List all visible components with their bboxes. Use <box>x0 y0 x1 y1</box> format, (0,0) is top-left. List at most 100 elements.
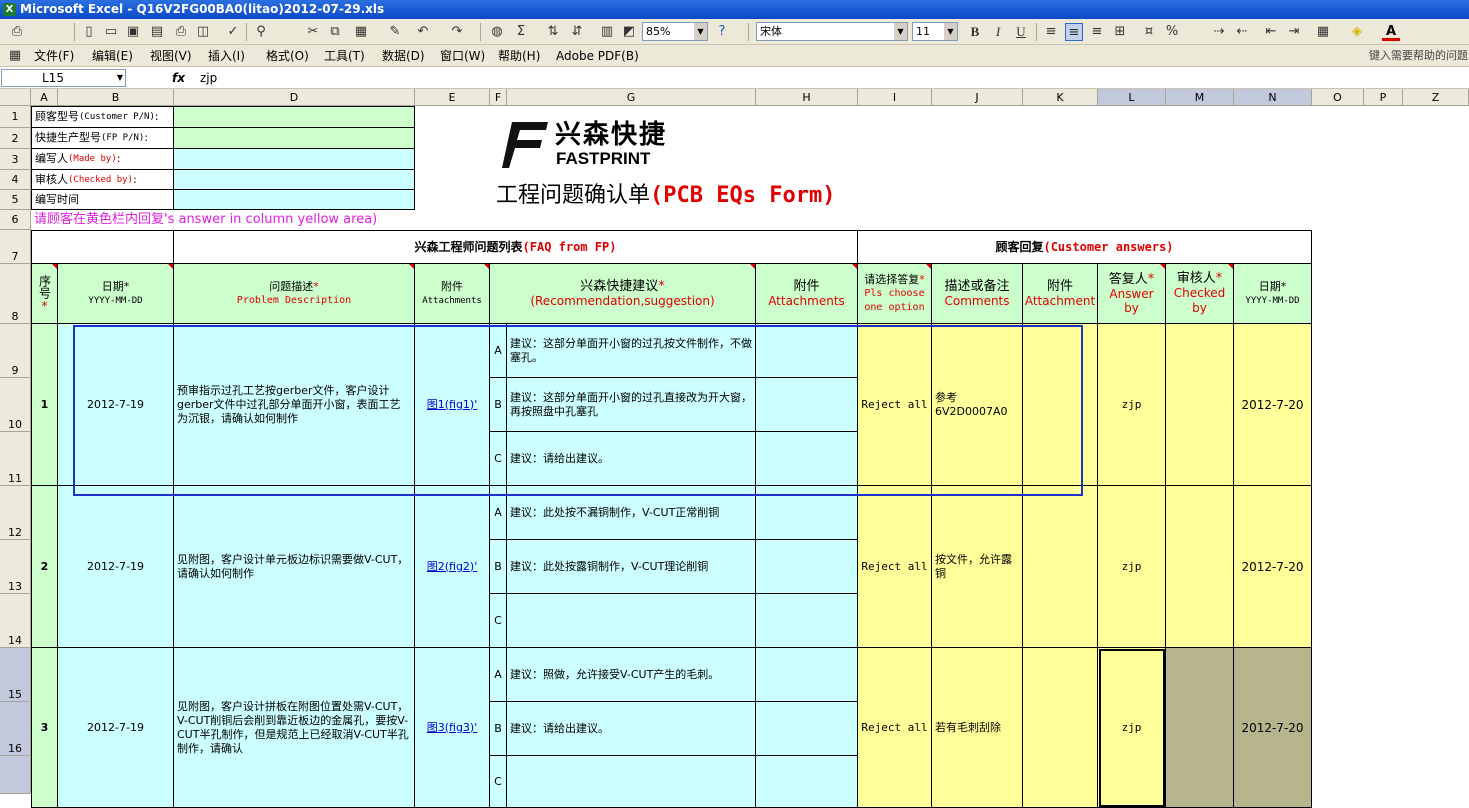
entry-seq[interactable]: 1 <box>31 324 58 486</box>
entry-date-2[interactable]: 2012-7-20 <box>1234 324 1312 486</box>
entry-date[interactable]: 2012-7-19 <box>58 648 174 808</box>
column-header[interactable]: B <box>58 89 174 106</box>
permission-icon[interactable]: ▤ <box>148 23 166 41</box>
menu-view[interactable]: 视图(V) <box>150 48 192 64</box>
column-header[interactable]: K <box>1023 89 1098 106</box>
column-header[interactable]: D <box>174 89 415 106</box>
entry-attachment-3[interactable] <box>1023 648 1098 808</box>
checked-by-cell[interactable] <box>174 170 415 190</box>
option-text[interactable] <box>507 756 756 808</box>
entry-choice[interactable]: Reject all <box>858 486 932 648</box>
attachment-link[interactable]: 图2(fig2)' <box>427 560 478 574</box>
fill-color-icon[interactable]: ◈ <box>1348 23 1366 41</box>
option-text[interactable]: 建议：照做，允许接受V-CUT产生的毛刺。 <box>507 648 756 702</box>
chart-wizard-icon[interactable]: ▥ <box>598 23 616 41</box>
entry-checked-by[interactable] <box>1166 324 1234 486</box>
option-attachment[interactable] <box>756 594 858 648</box>
bold-button[interactable]: B <box>966 23 984 41</box>
format-painter-icon[interactable]: ✎ <box>386 23 404 41</box>
fp-pn-cell[interactable] <box>174 128 415 149</box>
underline-button[interactable]: U <box>1012 23 1030 41</box>
row-header[interactable] <box>0 756 31 794</box>
row-header[interactable]: 1 <box>0 106 31 128</box>
customer-pn-cell[interactable] <box>174 106 415 128</box>
row-header[interactable]: 7 <box>0 230 31 264</box>
column-header[interactable]: Z <box>1403 89 1469 106</box>
column-header[interactable]: M <box>1166 89 1234 106</box>
entry-answer-by-active[interactable]: zjp <box>1098 648 1166 808</box>
redo-icon[interactable]: ↷ <box>448 23 466 41</box>
write-time-cell[interactable] <box>174 190 415 210</box>
align-left-icon[interactable]: ≡ <box>1042 23 1060 41</box>
column-header[interactable]: L <box>1098 89 1166 106</box>
entry-answer-by[interactable]: zjp <box>1098 324 1166 486</box>
font-size-select[interactable]: 11 ▼ <box>912 22 958 41</box>
row-header[interactable]: 4 <box>0 170 31 190</box>
column-header[interactable]: G <box>507 89 756 106</box>
option-text[interactable] <box>507 594 756 648</box>
borders-icon[interactable]: ▦ <box>1314 23 1332 41</box>
undo-icon[interactable]: ↶ <box>414 23 432 41</box>
row-header[interactable]: 8 <box>0 264 31 324</box>
copy-icon[interactable]: ⧉ <box>326 23 344 41</box>
column-header[interactable]: I <box>858 89 932 106</box>
open-icon[interactable]: ▭ <box>102 23 120 41</box>
row-header[interactable]: 3 <box>0 149 31 170</box>
entry-checked-by[interactable] <box>1166 486 1234 648</box>
font-color-button[interactable]: A <box>1382 23 1400 41</box>
menu-file[interactable]: 文件(F) <box>34 48 74 64</box>
currency-icon[interactable]: ¤ <box>1140 23 1158 41</box>
merge-center-icon[interactable]: ⊞ <box>1111 23 1129 41</box>
made-by-cell[interactable] <box>174 149 415 170</box>
menu-data[interactable]: 数据(D) <box>382 48 425 64</box>
menu-window[interactable]: 窗口(W) <box>440 48 485 64</box>
column-header[interactable]: F <box>490 89 507 106</box>
entry-choice[interactable]: Reject all <box>858 648 932 808</box>
save-icon[interactable]: ▣ <box>124 23 142 41</box>
entry-date[interactable]: 2012-7-19 <box>58 486 174 648</box>
print-icon[interactable]: ⎙ <box>172 23 190 41</box>
row-header[interactable]: 10 <box>0 378 31 432</box>
row-header[interactable]: 6 <box>0 210 31 230</box>
option-text[interactable]: 建议：请给出建议。 <box>507 702 756 756</box>
option-attachment[interactable] <box>756 756 858 808</box>
decrease-indent-icon[interactable]: ⇤ <box>1262 23 1280 41</box>
column-header[interactable]: E <box>415 89 490 106</box>
row-header[interactable]: 13 <box>0 540 31 594</box>
increase-indent-icon[interactable]: ⇥ <box>1285 23 1303 41</box>
entry-date-2[interactable]: 2012-7-20 <box>1234 486 1312 648</box>
entry-seq[interactable]: 3 <box>31 648 58 808</box>
select-all-corner[interactable] <box>0 89 31 106</box>
entry-comment[interactable]: 按文件，允许露铜 <box>932 486 1023 648</box>
align-center-icon[interactable]: ≡ <box>1065 23 1083 41</box>
hyperlink-icon[interactable]: ◍ <box>488 23 506 41</box>
zoom-select[interactable]: 85% ▼ <box>642 22 708 41</box>
print-preview-icon[interactable]: ◫ <box>194 23 212 41</box>
row-header[interactable]: 11 <box>0 432 31 486</box>
row-header[interactable]: 16 <box>0 702 31 756</box>
font-name-select[interactable]: 宋体 ▼ <box>756 22 908 41</box>
entry-checked-by[interactable] <box>1166 648 1234 808</box>
menu-help[interactable]: 帮助(H) <box>498 48 540 64</box>
function-icon[interactable]: fx <box>172 69 185 87</box>
option-attachment[interactable] <box>756 648 858 702</box>
acrobat-icon[interactable]: ⎙ <box>8 23 26 41</box>
entry-seq[interactable]: 2 <box>31 486 58 648</box>
column-header[interactable]: P <box>1364 89 1403 106</box>
row-header[interactable]: 2 <box>0 128 31 149</box>
new-icon[interactable]: ▯ <box>80 23 98 41</box>
entry-attachment-link[interactable]: 图2(fig2)' <box>415 486 490 648</box>
paste-icon[interactable]: ▦ <box>352 23 370 41</box>
autosum-icon[interactable]: Σ <box>512 23 530 41</box>
help-question-input[interactable]: 键入需要帮助的问题 <box>1369 47 1469 64</box>
name-box[interactable]: L15 ▼ <box>1 69 126 87</box>
column-header[interactable]: H <box>756 89 858 106</box>
column-header[interactable]: O <box>1312 89 1364 106</box>
menu-insert[interactable]: 插入(I) <box>208 48 245 64</box>
decrease-decimal-icon[interactable]: ⇠ <box>1233 23 1251 41</box>
option-attachment[interactable] <box>756 540 858 594</box>
column-header[interactable]: N <box>1234 89 1312 106</box>
row-header[interactable]: 9 <box>0 324 31 378</box>
sort-descending-icon[interactable]: ⇵ <box>568 23 586 41</box>
formula-input[interactable]: zjp <box>200 69 217 87</box>
